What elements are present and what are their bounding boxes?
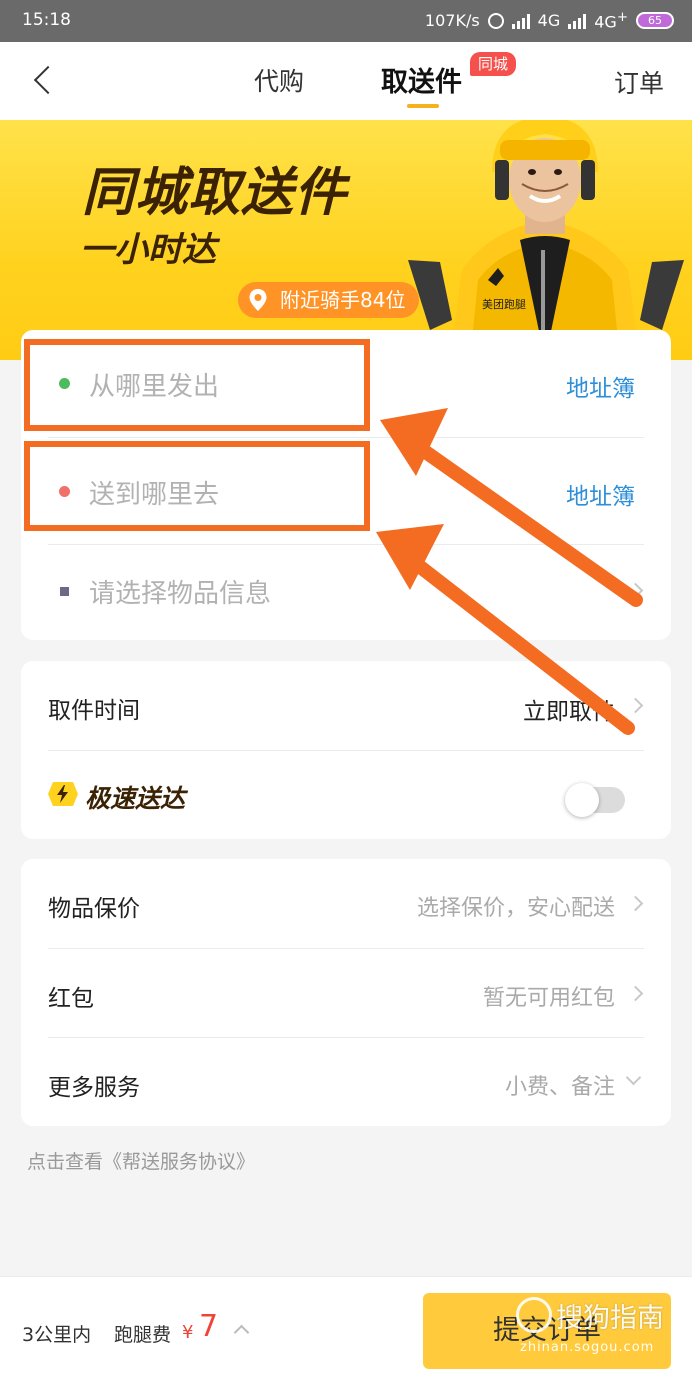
signal-icon <box>511 13 530 29</box>
watermark-text: 搜狗指南 <box>556 1303 664 1334</box>
from-address-book-link[interactable]: 地址簿 <box>566 369 635 403</box>
insurance-row[interactable]: 物品保价 选择保价，安心配送 <box>21 859 671 947</box>
tab-pickup-delivery-label: 取送件 <box>381 67 462 98</box>
chevron-right-icon <box>627 895 644 912</box>
insurance-label: 物品保价 <box>48 896 140 922</box>
tab-daigou[interactable]: 代购 <box>254 62 304 98</box>
network-type-2: 4G+ <box>594 10 628 32</box>
tab-pickup-delivery[interactable]: 取送件 <box>381 60 462 108</box>
back-arrow-icon[interactable] <box>30 64 60 100</box>
chevron-right-icon <box>627 985 644 1002</box>
pickup-time-value: 立即取件 <box>523 699 615 725</box>
options-card: 物品保价 选择保价，安心配送 红包 暂无可用红包 更多服务 小费、备注 <box>21 859 671 1126</box>
annotation-box-from <box>24 339 370 431</box>
chevron-up-icon[interactable] <box>233 1324 250 1341</box>
status-icons: 107K/s 4G 4G+ 65 <box>425 10 674 31</box>
lightning-icon <box>48 782 78 806</box>
banner-title: 同城取送件 <box>82 163 348 223</box>
orders-link[interactable]: 订单 <box>614 64 664 100</box>
signal-icon-2 <box>568 13 587 29</box>
battery-icon: 65 <box>636 12 674 30</box>
fee-amount: 7 <box>199 1309 219 1344</box>
network-type-1: 4G <box>537 11 561 31</box>
nav-bar: 代购 取送件 同城 订单 <box>0 42 692 120</box>
more-services-row[interactable]: 更多服务 小费、备注 <box>21 1038 671 1126</box>
service-agreement-link[interactable]: 点击查看《帮送服务协议》 <box>27 1147 255 1174</box>
watermark-logo-icon <box>516 1297 552 1333</box>
distance-label: 3公里内 <box>22 1324 92 1346</box>
red-packet-value: 暂无可用红包 <box>482 986 615 1011</box>
to-address-book-link[interactable]: 地址簿 <box>566 477 635 511</box>
pickup-time-label: 取件时间 <box>48 698 140 724</box>
status-bar: 15:18 107K/s 4G 4G+ 65 <box>0 0 692 42</box>
express-delivery-label: 极速送达 <box>85 784 186 813</box>
location-pin-icon <box>249 289 267 311</box>
more-services-value: 小费、备注 <box>504 1075 615 1100</box>
same-city-badge: 同城 <box>470 52 517 76</box>
pickup-time-card: 取件时间 立即取件 极速送达 <box>21 661 671 839</box>
item-square-icon <box>60 587 69 596</box>
svg-text:美团跑腿: 美团跑腿 <box>482 297 526 311</box>
pickup-time-row[interactable]: 取件时间 立即取件 <box>21 661 671 749</box>
insurance-value: 选择保价，安心配送 <box>416 896 615 921</box>
chevron-right-icon <box>627 697 644 714</box>
fee-label: 跑腿费 <box>114 1324 172 1346</box>
more-services-label: 更多服务 <box>48 1075 140 1101</box>
network-speed: 107K/s <box>424 11 480 31</box>
rider-illustration: 美团跑腿 <box>408 120 684 360</box>
promo-banner: 同城取送件 一小时达 附近骑手84位 美团跑腿 <box>0 120 692 360</box>
express-delivery-toggle[interactable] <box>565 783 625 817</box>
item-info-selector[interactable]: 请选择物品信息 <box>89 573 271 610</box>
nearby-riders-text: 附近骑手84位 <box>280 288 406 312</box>
chevron-down-icon <box>625 1069 642 1086</box>
status-time: 15:18 <box>22 10 71 30</box>
toggle-knob <box>565 783 599 817</box>
item-info-row[interactable]: 请选择物品信息 <box>21 545 671 640</box>
banner-subtitle: 一小时达 <box>80 230 216 270</box>
chevron-right-icon <box>627 582 644 599</box>
currency-symbol: ¥ <box>182 1322 194 1343</box>
watermark-url: zhinan.sogou.com <box>520 1340 655 1355</box>
alarm-icon <box>487 12 504 29</box>
nearby-riders-badge: 附近骑手84位 <box>238 282 420 318</box>
active-tab-indicator <box>407 104 439 108</box>
red-packet-label: 红包 <box>48 986 94 1012</box>
red-packet-row[interactable]: 红包 暂无可用红包 <box>21 949 671 1037</box>
annotation-box-to <box>24 441 370 531</box>
